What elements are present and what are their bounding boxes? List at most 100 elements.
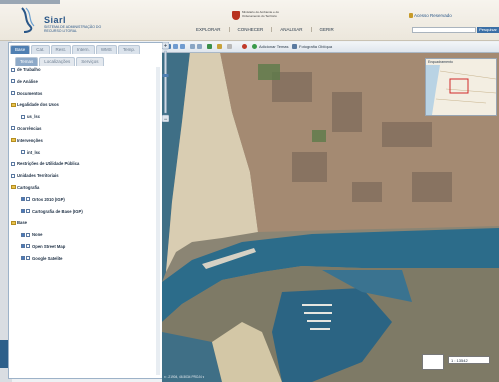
checkbox-icon[interactable] xyxy=(26,197,30,202)
checkbox-icon[interactable] xyxy=(21,209,25,214)
layer-row[interactable]: Base xyxy=(11,220,157,226)
layer-row[interactable]: Legalidade dos Usos xyxy=(11,102,157,108)
layer-row[interactable]: de Análise xyxy=(11,79,157,85)
tab-temp[interactable]: Temp. xyxy=(117,45,141,54)
checkbox-icon[interactable] xyxy=(26,232,30,237)
map-view[interactable]: Adicionar Temas Fotografia Oblíqua + − E… xyxy=(162,42,499,382)
layer-row[interactable]: Ortos 2010 (IGP) xyxy=(11,197,157,203)
layer-row[interactable]: Google Satelite xyxy=(11,256,157,262)
tab-servicos[interactable]: Serviços xyxy=(76,57,104,66)
layer-row[interactable]: Documentos xyxy=(11,91,157,97)
siarl-logo-icon[interactable] xyxy=(14,4,44,34)
camera-icon[interactable] xyxy=(292,44,297,49)
layer-label: Cartografia xyxy=(17,184,40,190)
layer-label: Restrições de Utilidade Pública xyxy=(17,161,80,167)
zoom-out-icon[interactable] xyxy=(180,44,185,49)
layer-row[interactable]: Unidades Territoriais xyxy=(11,173,157,179)
checkbox-icon[interactable] xyxy=(26,209,30,214)
checkbox-icon[interactable] xyxy=(26,244,30,249)
layer-row[interactable]: us_lsc xyxy=(11,114,157,120)
full-extent-icon[interactable] xyxy=(207,44,212,49)
site-header: Siarl SISTEMA DE ADMINISTRAÇÃO DO RECURS… xyxy=(0,0,499,41)
restricted-access-link[interactable]: Acesso Reservado xyxy=(414,13,452,18)
layer-row[interactable]: Ocorrências xyxy=(11,126,157,132)
checkbox-icon[interactable] xyxy=(21,256,25,261)
zoom-slider[interactable]: + − xyxy=(162,42,169,122)
layer-row[interactable]: Restrições de Utilidade Pública xyxy=(11,161,157,167)
checkbox-icon[interactable] xyxy=(11,173,15,178)
layer-label: de Análise xyxy=(17,78,38,84)
forward-icon[interactable] xyxy=(197,44,202,49)
search-button[interactable]: Pesquisar xyxy=(477,27,499,33)
back-icon[interactable] xyxy=(190,44,195,49)
folder-icon[interactable] xyxy=(11,220,16,225)
alert-icon[interactable] xyxy=(242,44,247,49)
government-crest-icon xyxy=(232,11,240,20)
tab-wms[interactable]: WMS xyxy=(95,45,117,54)
nav-explorar[interactable]: EXPLORAR xyxy=(188,27,230,32)
scale-select[interactable]: 1 : 13542 xyxy=(448,356,490,364)
tab-cat[interactable]: Cat. xyxy=(31,45,50,54)
layer-label: Cartografia de Base (IGP) xyxy=(32,208,83,214)
layer-label: de Trabalho xyxy=(17,67,41,72)
lock-icon xyxy=(409,13,413,18)
layer-tree: de Trabalho de Análise Documentos Legalidad… xyxy=(11,67,157,268)
scale-bar xyxy=(422,354,444,370)
brand-name[interactable]: Siarl xyxy=(44,15,66,25)
panel-scrollbar[interactable] xyxy=(156,67,160,375)
folder-icon[interactable] xyxy=(11,185,16,190)
checkbox-icon[interactable] xyxy=(11,67,15,72)
tab-base[interactable]: Base xyxy=(10,45,31,54)
layer-row[interactable]: None xyxy=(11,232,157,238)
layer-label: int_lsc xyxy=(27,149,41,155)
tab-temas[interactable]: Temas xyxy=(15,57,39,66)
folder-icon[interactable] xyxy=(11,138,16,143)
checkbox-icon[interactable] xyxy=(21,244,25,249)
search-input[interactable] xyxy=(412,27,476,33)
layer-row[interactable]: de Trabalho xyxy=(11,67,157,73)
add-themes-icon[interactable] xyxy=(252,44,257,49)
checkbox-icon[interactable] xyxy=(21,232,25,237)
layer-label: Unidades Territoriais xyxy=(17,173,59,179)
svg-text:−: − xyxy=(164,117,168,122)
add-themes-button[interactable]: Adicionar Temas xyxy=(259,44,289,49)
checkbox-icon[interactable] xyxy=(11,91,15,96)
tab-localizacoes[interactable]: Localizações xyxy=(39,57,76,66)
tab-rest[interactable]: Rest. xyxy=(50,45,72,54)
layer-row[interactable]: Cartografia de Base (IGP) xyxy=(11,209,157,215)
layer-label: Google Satelite xyxy=(32,255,63,261)
layer-row[interactable]: Cartografia xyxy=(11,185,157,191)
layer-row[interactable]: Open Street Map xyxy=(11,244,157,250)
checkbox-icon[interactable] xyxy=(21,114,25,119)
oblique-photo-button[interactable]: Fotografia Oblíqua xyxy=(299,44,332,49)
brand-subtitle: SISTEMA DE ADMINISTRAÇÃO DO RECURSO LITO… xyxy=(44,25,102,33)
measure-icon[interactable] xyxy=(217,44,222,49)
zoom-in-icon[interactable] xyxy=(173,44,178,49)
nav-analisar[interactable]: ANALISAR xyxy=(272,27,312,32)
checkbox-icon[interactable] xyxy=(26,256,30,261)
folder-icon[interactable] xyxy=(11,102,16,107)
layer-label: Ocorrências xyxy=(17,125,42,131)
layer-label: Open Street Map xyxy=(32,243,66,249)
layer-label: us_lsc xyxy=(27,114,41,120)
overview-map[interactable]: Enquadramento xyxy=(425,58,497,116)
tab-intern[interactable]: Intern. xyxy=(72,45,95,54)
panel-main-tabs: Base Cat. Rest. Intern. WMS Temp. xyxy=(10,45,141,54)
layer-label: Intervenções xyxy=(17,137,43,143)
overview-map-graphic[interactable] xyxy=(426,59,496,115)
nav-conhecer[interactable]: CONHECER xyxy=(230,27,273,32)
checkbox-icon[interactable] xyxy=(11,126,15,131)
layer-label: Legalidade dos Usos xyxy=(17,102,59,108)
layer-row[interactable]: int_lsc xyxy=(11,150,157,156)
info-icon[interactable] xyxy=(227,44,232,49)
map-toolbar: Adicionar Temas Fotografia Oblíqua xyxy=(162,42,499,53)
main-nav: EXPLORAR CONHECER ANALISAR GERIR xyxy=(188,27,342,32)
checkbox-icon[interactable] xyxy=(21,197,25,202)
nav-gerir[interactable]: GERIR xyxy=(312,27,342,32)
layer-row[interactable]: Intervenções xyxy=(11,138,157,144)
checkbox-icon[interactable] xyxy=(11,79,15,84)
checkbox-icon[interactable] xyxy=(11,161,15,166)
checkbox-icon[interactable] xyxy=(21,150,25,155)
layer-label: Documentos xyxy=(17,90,43,96)
layer-label: None xyxy=(32,232,43,238)
